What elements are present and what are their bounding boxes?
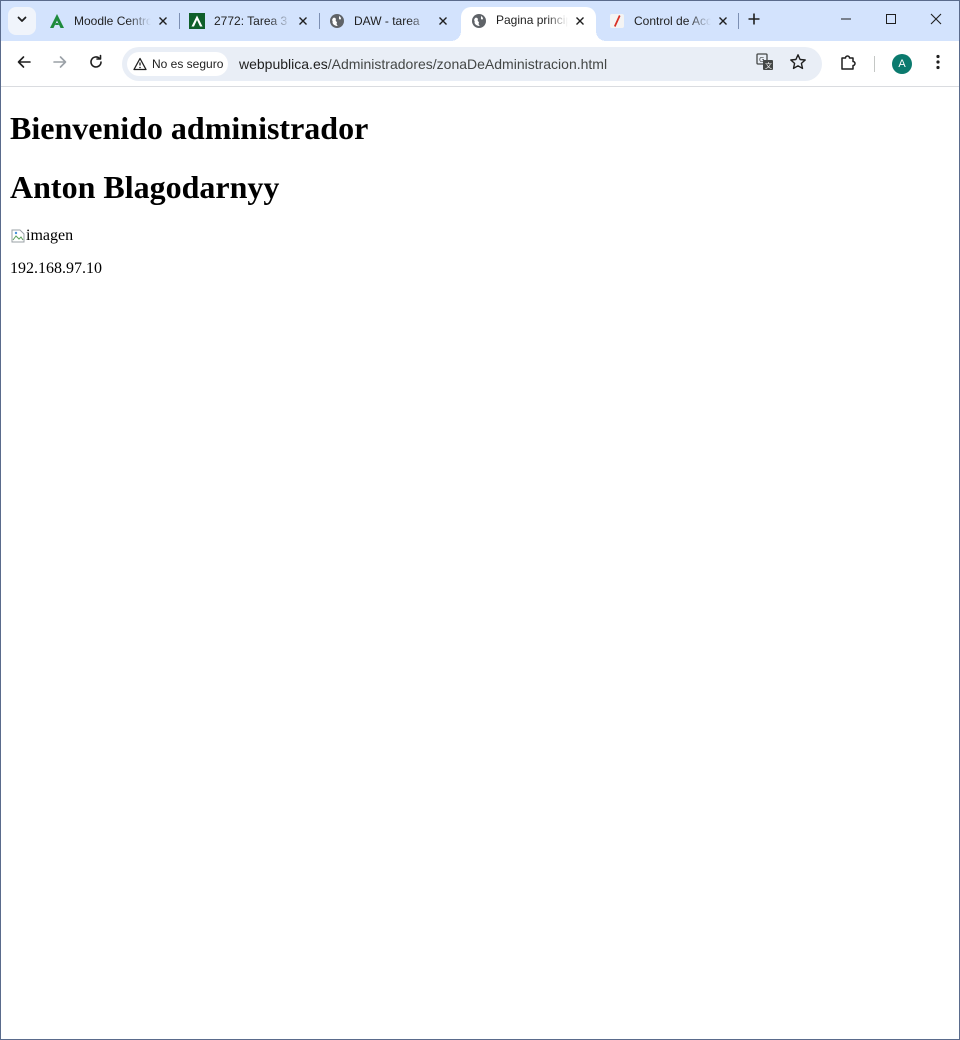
broken-image-icon <box>10 228 26 244</box>
user-name-heading: Anton Blagodarnyy <box>10 169 280 205</box>
tab-title: Control de Acceso <box>634 14 711 28</box>
url-host: webpublica.es <box>239 56 328 72</box>
pen-icon <box>609 13 625 29</box>
globe-icon <box>329 13 345 29</box>
forward-button[interactable] <box>44 48 76 80</box>
url-path: /Administradores/zonaDeAdministracion.ht… <box>327 56 608 72</box>
arrow-right-icon <box>52 54 68 75</box>
tab-control-acceso[interactable]: Control de Acceso <box>599 7 739 35</box>
svg-text:文: 文 <box>765 61 772 70</box>
ip-address: 192.168.97.10 <box>10 260 102 277</box>
security-label: No es seguro <box>152 57 224 71</box>
warning-icon <box>132 56 148 72</box>
maximize-button[interactable] <box>868 1 913 41</box>
minimize-button[interactable] <box>823 1 868 41</box>
tab-title: 2772: Tarea 3 <box>214 14 288 28</box>
minimize-icon <box>840 12 852 30</box>
browser-toolbar: No es seguro webpublica.es/Administrador… <box>1 41 959 87</box>
reload-button[interactable] <box>80 48 112 80</box>
star-icon <box>789 53 807 76</box>
close-icon[interactable] <box>572 13 588 29</box>
back-button[interactable] <box>8 48 40 80</box>
tab-moodle[interactable]: Moodle Centros <box>39 7 179 35</box>
tab-strip: Moodle Centros 2772: Tarea 3 DAW - tarea <box>1 1 959 41</box>
menu-button[interactable] <box>922 48 954 80</box>
broken-image: imagen <box>10 227 73 245</box>
close-icon[interactable] <box>295 13 311 29</box>
translate-icon: G文 <box>756 52 774 76</box>
tab-title: Pagina principal <box>496 13 568 27</box>
close-icon[interactable] <box>155 13 171 29</box>
url-text[interactable]: webpublica.es/Administradores/zonaDeAdmi… <box>239 47 607 81</box>
close-icon <box>930 12 942 30</box>
address-bar[interactable]: No es seguro webpublica.es/Administrador… <box>122 47 822 81</box>
arrow-left-icon <box>16 54 32 75</box>
close-window-button[interactable] <box>913 1 958 41</box>
tab-search-button[interactable] <box>8 7 36 35</box>
reload-icon <box>88 54 104 75</box>
puzzle-icon <box>839 53 857 76</box>
bookmark-button[interactable] <box>786 52 810 76</box>
profile-avatar[interactable]: A <box>892 54 912 74</box>
plus-icon <box>747 12 761 31</box>
tab-title: Moodle Centros <box>74 14 151 28</box>
image-alt-text: imagen <box>26 227 74 244</box>
translate-button[interactable]: G文 <box>753 52 777 76</box>
andalucia-dark-icon <box>189 13 205 29</box>
tab-title: DAW - tarea <box>354 14 420 28</box>
extensions-button[interactable] <box>832 48 864 80</box>
tab-pagina-principal[interactable]: Pagina principal <box>451 7 606 41</box>
globe-icon <box>471 13 487 29</box>
toolbar-separator <box>874 56 875 72</box>
maximize-icon <box>885 12 897 30</box>
close-icon[interactable] <box>715 13 731 29</box>
security-chip[interactable]: No es seguro <box>127 52 228 76</box>
welcome-heading: Bienvenido administrador <box>10 110 369 146</box>
tab-tarea[interactable]: 2772: Tarea 3 <box>179 7 319 35</box>
close-icon[interactable] <box>435 13 451 29</box>
page-content: Bienvenido administrador Anton Blagodarn… <box>1 88 959 1039</box>
chevron-down-icon <box>16 12 28 30</box>
browser-window: Moodle Centros 2772: Tarea 3 DAW - tarea <box>0 0 960 1040</box>
new-tab-button[interactable] <box>742 9 766 33</box>
tab-daw[interactable]: DAW - tarea <box>319 7 459 35</box>
more-vertical-icon <box>936 54 940 75</box>
tab-separator <box>738 13 739 29</box>
andalucia-green-icon <box>49 13 65 29</box>
